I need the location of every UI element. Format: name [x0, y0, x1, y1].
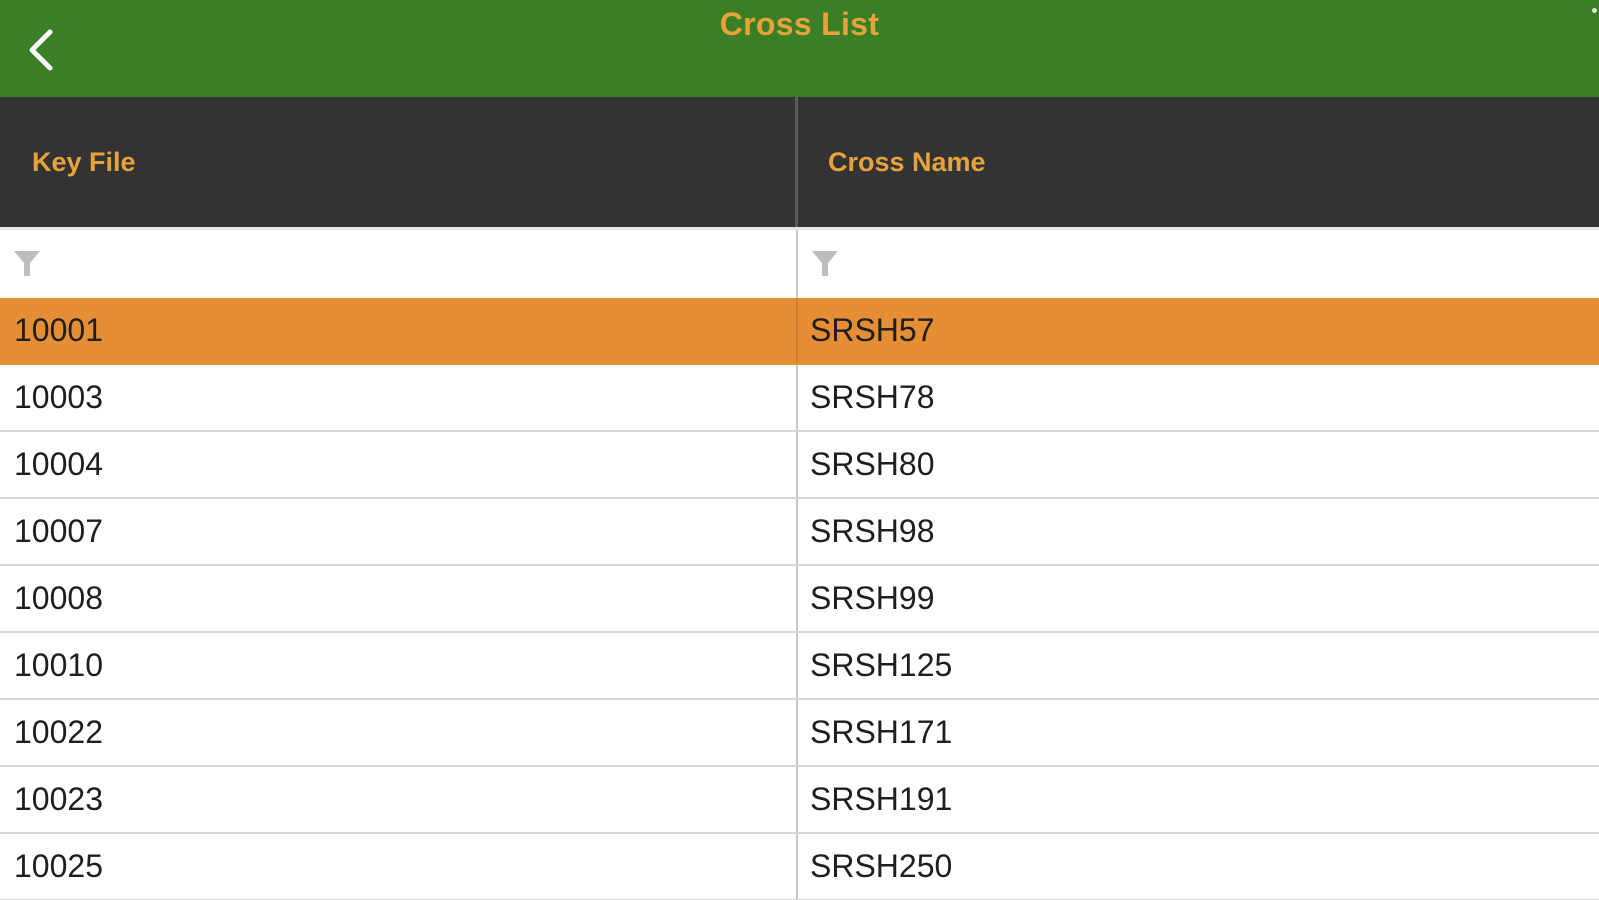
table-row[interactable]: 10008 SRSH99	[0, 566, 1599, 633]
table-row[interactable]: 10003 SRSH78	[0, 365, 1599, 432]
cross-name-cell: SRSH250	[810, 848, 953, 884]
key-file-cell: 10023	[0, 767, 798, 832]
key-file-cell: 10010	[0, 633, 798, 698]
key-file-cell: 10007	[0, 499, 798, 564]
app-screen: Cross List Key File Cross Name 10001 SRS…	[0, 0, 1599, 900]
cross-name-cell: SRSH57	[810, 312, 935, 348]
cross-name-cell: SRSH98	[810, 513, 935, 549]
table-row[interactable]: 10022 SRSH171	[0, 700, 1599, 767]
filter-row	[0, 227, 1599, 298]
key-file-cell: 10022	[0, 700, 798, 765]
table-row[interactable]: 10023 SRSH191	[0, 767, 1599, 834]
key-file-cell: 10025	[0, 834, 798, 899]
table-row[interactable]: 10004 SRSH80	[0, 432, 1599, 499]
table-header-row: Key File Cross Name	[0, 97, 1599, 227]
cross-name-cell: SRSH80	[810, 446, 935, 482]
cross-name-filter-field[interactable]	[798, 230, 1599, 298]
table-row[interactable]: 10010 SRSH125	[0, 633, 1599, 700]
key-file-cell: 10001	[0, 298, 798, 363]
column-header-key-file[interactable]: Key File	[0, 97, 798, 227]
navigation-bar: Cross List	[0, 0, 1599, 97]
cross-name-cell: SRSH171	[810, 714, 953, 750]
status-dot	[1592, 8, 1597, 13]
cross-name-cell: SRSH125	[810, 647, 953, 683]
key-file-cell: 10003	[0, 365, 798, 430]
filter-icon	[810, 248, 840, 278]
key-file-filter-field[interactable]	[0, 230, 798, 298]
filter-icon	[12, 248, 42, 278]
cross-name-cell: SRSH78	[810, 379, 935, 415]
table-row[interactable]: 10001 SRSH57	[0, 298, 1599, 365]
table-row[interactable]: 10025 SRSH250	[0, 834, 1599, 900]
column-header-cross-name[interactable]: Cross Name	[798, 97, 1599, 227]
cross-name-cell: SRSH99	[810, 580, 935, 616]
cross-list-table: Key File Cross Name 10001 SRSH57 10003 S…	[0, 97, 1599, 900]
cross-name-cell: SRSH191	[810, 781, 953, 817]
page-title: Cross List	[719, 6, 880, 42]
key-file-cell: 10008	[0, 566, 798, 631]
table-row[interactable]: 10007 SRSH98	[0, 499, 1599, 566]
key-file-cell: 10004	[0, 432, 798, 497]
